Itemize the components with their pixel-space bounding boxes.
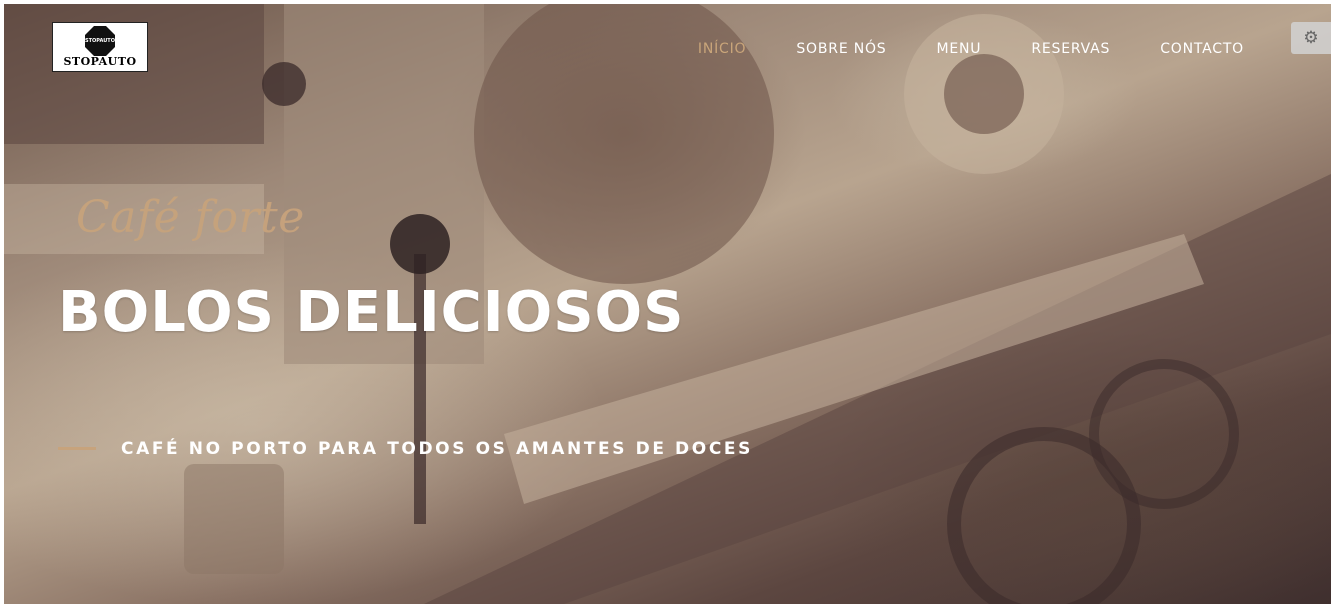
logo-sign-text: STOPAUTO	[85, 38, 115, 44]
nav-item-contacto[interactable]: CONTACTO	[1135, 40, 1269, 58]
nav-item-menu[interactable]: MENU	[912, 40, 1007, 58]
main-nav: INÍCIO SOBRE NÓS MENU RESERVAS CONTACTO	[673, 40, 1269, 58]
subtitle-accent-line	[58, 447, 96, 450]
hero-subtitle: CAFÉ NO PORTO PARA TODOS OS AMANTES DE D…	[121, 439, 753, 459]
settings-button[interactable]: ⚙	[1291, 22, 1331, 54]
hero-script-text: Café forte	[76, 192, 305, 243]
hero-banner: STOPAUTO STOPAUTO INÍCIO SOBRE NÓS MENU …	[4, 4, 1331, 604]
nav-item-inicio[interactable]: INÍCIO	[673, 40, 771, 58]
nav-item-reservas[interactable]: RESERVAS	[1006, 40, 1135, 58]
stop-sign-icon: STOPAUTO	[85, 26, 115, 56]
brand-logo[interactable]: STOPAUTO STOPAUTO	[52, 22, 148, 72]
nav-item-sobre-nos[interactable]: SOBRE NÓS	[771, 40, 911, 58]
gear-icon: ⚙	[1303, 28, 1319, 48]
logo-wordmark: STOPAUTO	[63, 55, 137, 68]
hero-headline: BOLOS DELICIOSOS	[58, 280, 685, 345]
